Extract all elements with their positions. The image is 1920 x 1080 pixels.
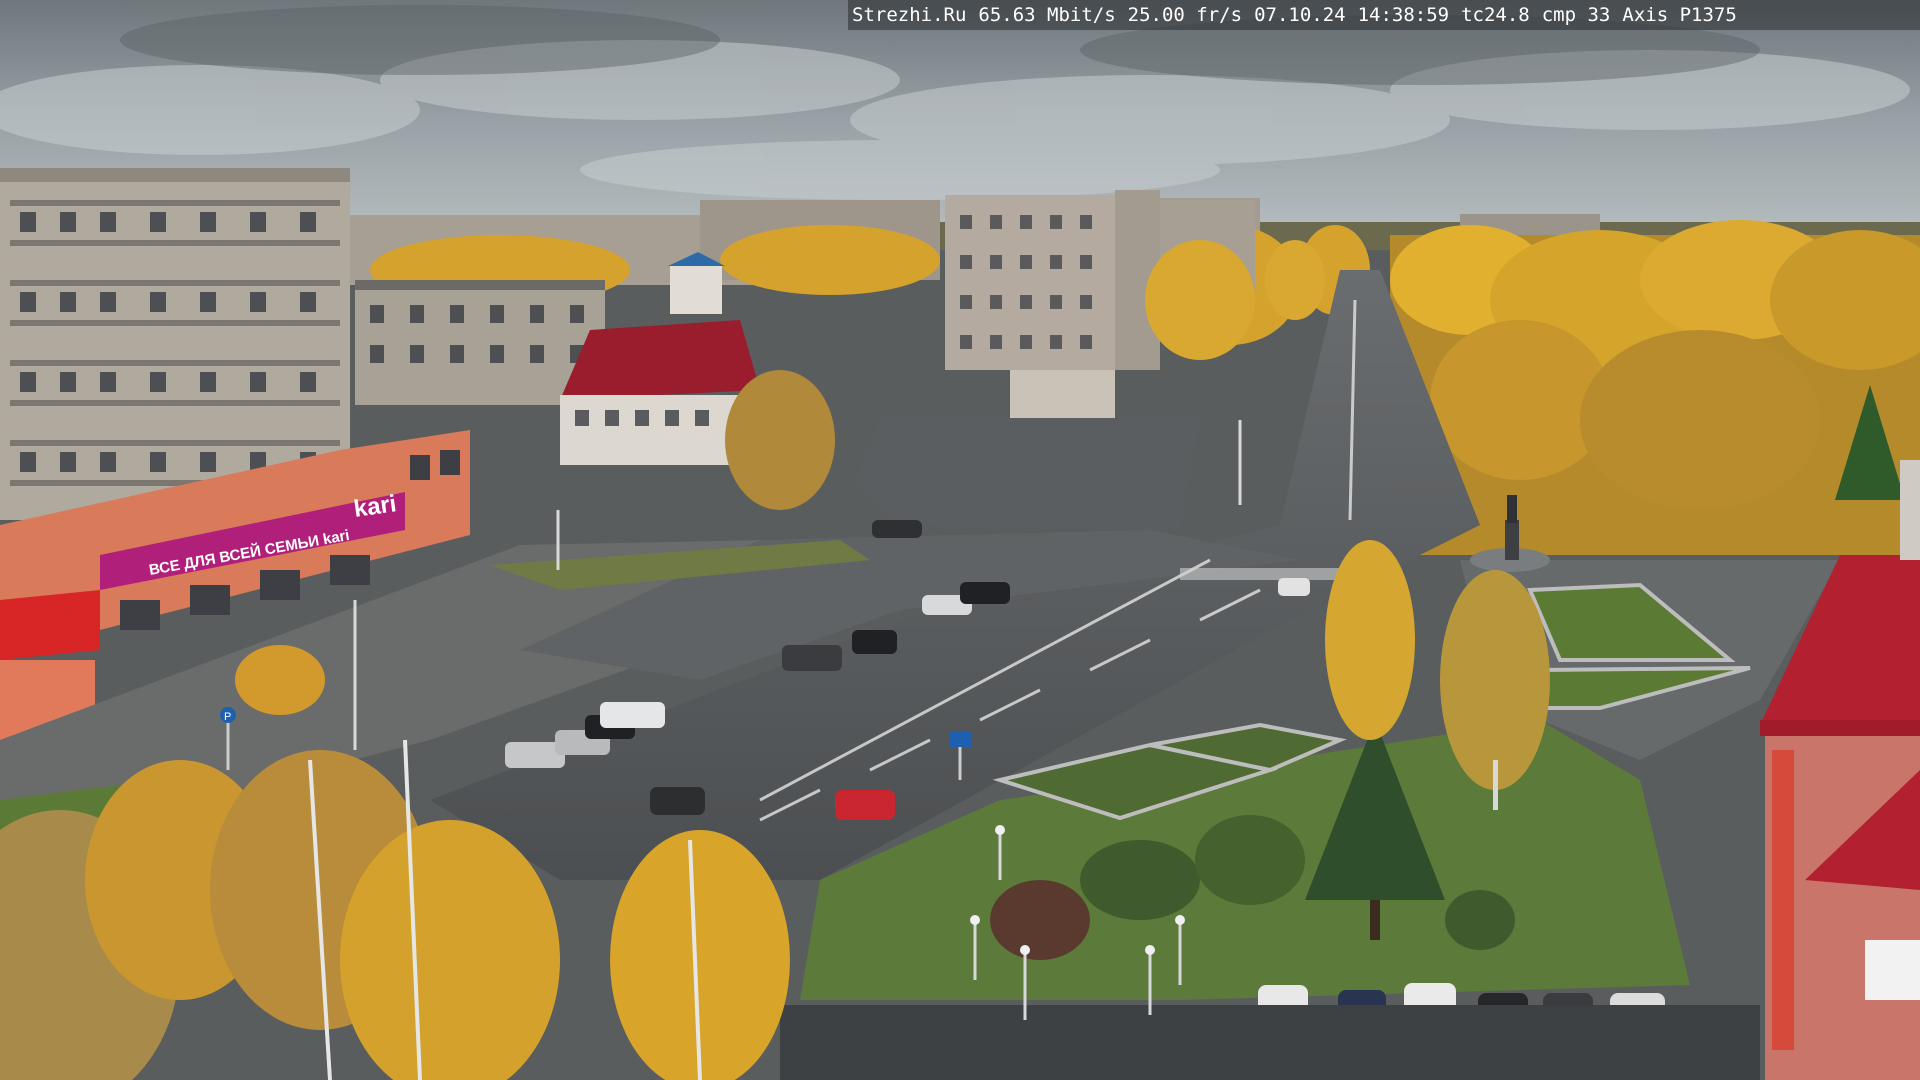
dark-car-road <box>650 787 705 815</box>
white-car-road <box>1278 578 1310 596</box>
bottom-parking-lot <box>780 1005 1760 1080</box>
overlay-date: 07.10.24 <box>1254 4 1346 26</box>
overlay-tc: tc24.8 <box>1461 4 1530 26</box>
crosswalk <box>1180 568 1360 580</box>
street-scene: kari ВСЕ ДЛЯ ВСЕЙ СЕМЬИ kari P <box>0 0 1920 1080</box>
red-car <box>835 790 895 820</box>
webcam-view: kari ВСЕ ДЛЯ ВСЕЙ СЕМЬИ kari P Strezhi.R… <box>0 0 1920 1080</box>
overlay-camera-model: Axis P1375 <box>1622 4 1737 26</box>
overlay-time: 14:38:59 <box>1357 4 1450 26</box>
overlay-framerate: 25.00 fr/s <box>1127 4 1243 26</box>
plaza-parking <box>855 418 1200 530</box>
camera-info-overlay: Strezhi.Ru 65.63 Mbit/s 25.00 fr/s 07.10.24… <box>848 0 1920 30</box>
overlay-bitrate: 65.63 Mbit/s <box>978 4 1116 26</box>
overlay-site: Strezhi.Ru <box>852 4 967 26</box>
parking-sign-label: P <box>224 711 231 723</box>
overlay-cmp: cmp 33 <box>1541 4 1611 26</box>
right-building-edge <box>1900 460 1920 560</box>
